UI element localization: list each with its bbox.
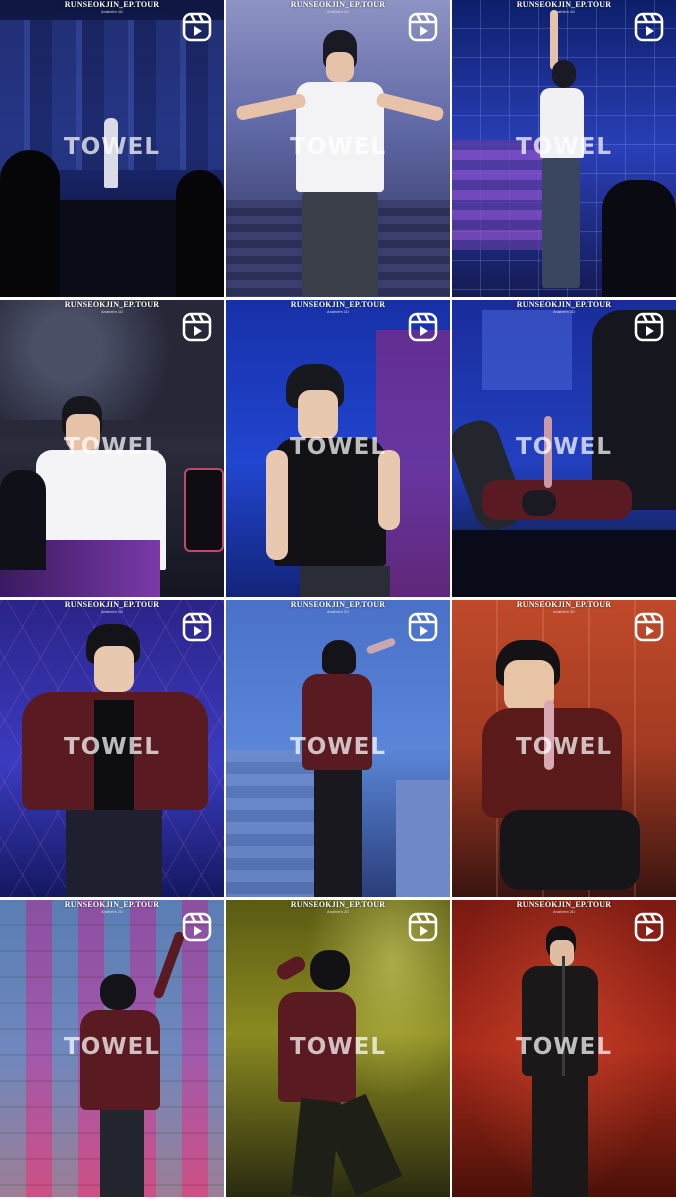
reels-icon	[182, 912, 212, 942]
watermark-text: TOWEL	[290, 434, 386, 460]
watermark-text: TOWEL	[290, 134, 386, 160]
watermark-text: TOWEL	[64, 734, 160, 760]
reel-tile[interactable]: RUNSEOKJIN_EP.TOUR Anaheim 2D TOWEL	[226, 900, 450, 1197]
reel-tile[interactable]: RUNSEOKJIN_EP.TOUR Anaheim 1D TOWEL	[0, 0, 224, 297]
reel-tile[interactable]: RUNSEOKJIN_EP.TOUR Anaheim 2D TOWEL	[0, 600, 224, 897]
reel-tile[interactable]: RUNSEOKJIN_EP.TOUR Anaheim 1D TOWEL	[0, 300, 224, 597]
reel-tile[interactable]: RUNSEOKJIN_EP.TOUR Anaheim 1D TOWEL	[226, 0, 450, 297]
reels-icon	[182, 12, 212, 42]
reels-icon	[634, 612, 664, 642]
reel-tile[interactable]: RUNSEOKJIN_EP.TOUR Anaheim 1D TOWEL	[452, 0, 676, 297]
reels-grid: RUNSEOKJIN_EP.TOUR Anaheim 1D TOWEL RUNS…	[0, 0, 676, 1199]
watermark-text: TOWEL	[516, 434, 612, 460]
watermark-text: TOWEL	[516, 734, 612, 760]
watermark-text: TOWEL	[290, 734, 386, 760]
watermark-text: TOWEL	[64, 1034, 160, 1060]
reel-tile[interactable]: RUNSEOKJIN_EP.TOUR Anaheim 2D TOWEL	[452, 600, 676, 897]
reel-tile[interactable]: RUNSEOKJIN_EP.TOUR Anaheim 2D TOWEL	[0, 900, 224, 1197]
reel-tile[interactable]: RUNSEOKJIN_EP.TOUR Anaheim 2D TOWEL	[226, 600, 450, 897]
watermark-text: TOWEL	[516, 1034, 612, 1060]
reel-tile[interactable]: RUNSEOKJIN_EP.TOUR Anaheim 1D TOWEL	[226, 300, 450, 597]
reel-tile[interactable]: RUNSEOKJIN_EP.TOUR Anaheim 2D TOWEL	[452, 900, 676, 1197]
reel-tile[interactable]: RUNSEOKJIN_EP.TOUR Anaheim 1D TOWEL	[452, 300, 676, 597]
reels-icon	[634, 12, 664, 42]
reels-icon	[408, 312, 438, 342]
reels-icon	[634, 912, 664, 942]
watermark-text: TOWEL	[64, 134, 160, 160]
watermark-text: TOWEL	[290, 1034, 386, 1060]
reels-icon	[408, 912, 438, 942]
reels-icon	[408, 612, 438, 642]
reels-icon	[182, 612, 212, 642]
reels-icon	[634, 312, 664, 342]
reels-icon	[182, 312, 212, 342]
watermark-text: TOWEL	[64, 434, 160, 460]
reels-icon	[408, 12, 438, 42]
watermark-text: TOWEL	[516, 134, 612, 160]
